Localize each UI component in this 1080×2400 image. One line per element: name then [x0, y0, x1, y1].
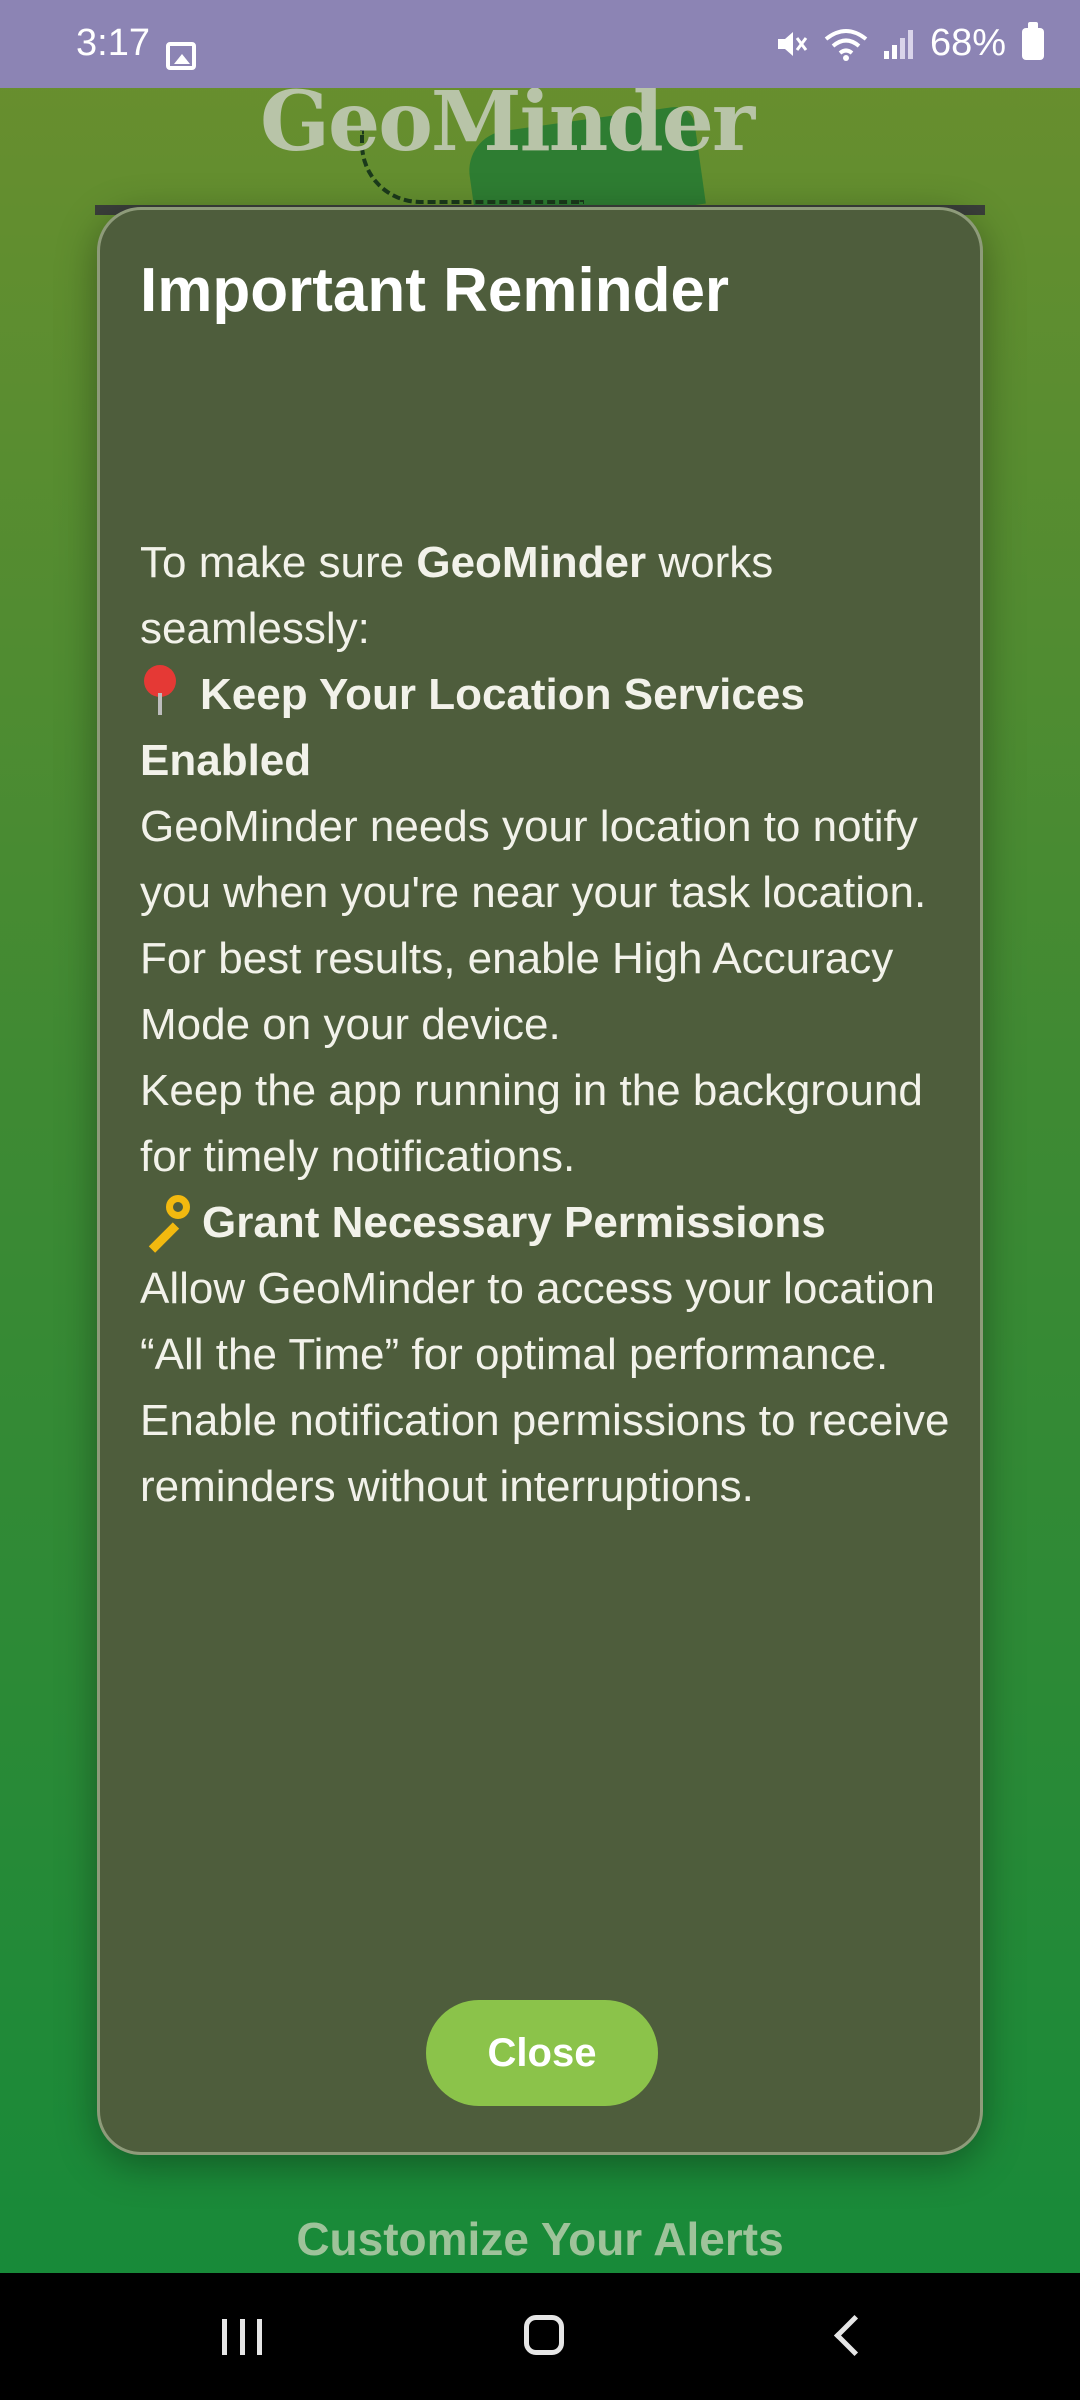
reminder-dialog: Important Reminder To make sure GeoMinde… — [97, 207, 983, 2155]
permissions-section-title: Grant Necessary Permissions — [140, 1190, 970, 1256]
signal-icon — [883, 29, 913, 59]
key-icon — [140, 1193, 192, 1243]
battery-icon — [1022, 21, 1044, 60]
location-section-title: Keep Your Location Services Enabled — [140, 662, 970, 794]
mute-icon — [777, 31, 808, 56]
status-time: 3:17 — [76, 22, 150, 64]
permissions-line-1: Allow GeoMinder to access your location … — [140, 1264, 935, 1379]
app-logo: GeoMinder — [260, 74, 755, 170]
dialog-body: To make sure GeoMinder works seamlessly:… — [140, 530, 970, 1520]
wifi-icon — [824, 28, 868, 61]
dialog-title: Important Reminder — [140, 256, 730, 325]
permissions-line-2: Enable notification permissions to recei… — [140, 1396, 950, 1511]
app-name: GeoMinder — [416, 538, 647, 587]
pin-icon — [140, 665, 180, 715]
location-line-3: Keep the app running in the background f… — [140, 1066, 923, 1181]
status-icons: 68% — [774, 21, 1044, 65]
back-icon[interactable] — [833, 2314, 876, 2357]
section-heading: Customize Your Alerts — [296, 2213, 784, 2265]
battery-percent: 68% — [929, 22, 1006, 64]
status-bar: 3:17 68% — [0, 0, 1080, 88]
home-icon[interactable] — [524, 2315, 564, 2355]
location-line-2: For best results, enable High Accuracy M… — [140, 934, 894, 1049]
navigation-bar — [0, 2273, 1080, 2400]
gallery-icon — [166, 42, 196, 70]
recents-icon[interactable] — [222, 2319, 262, 2355]
intro-text: To make sure GeoMinder works seamlessly: — [140, 538, 774, 653]
close-button[interactable]: Close — [426, 2000, 658, 2106]
location-line-1: GeoMinder needs your location to notify … — [140, 802, 927, 917]
